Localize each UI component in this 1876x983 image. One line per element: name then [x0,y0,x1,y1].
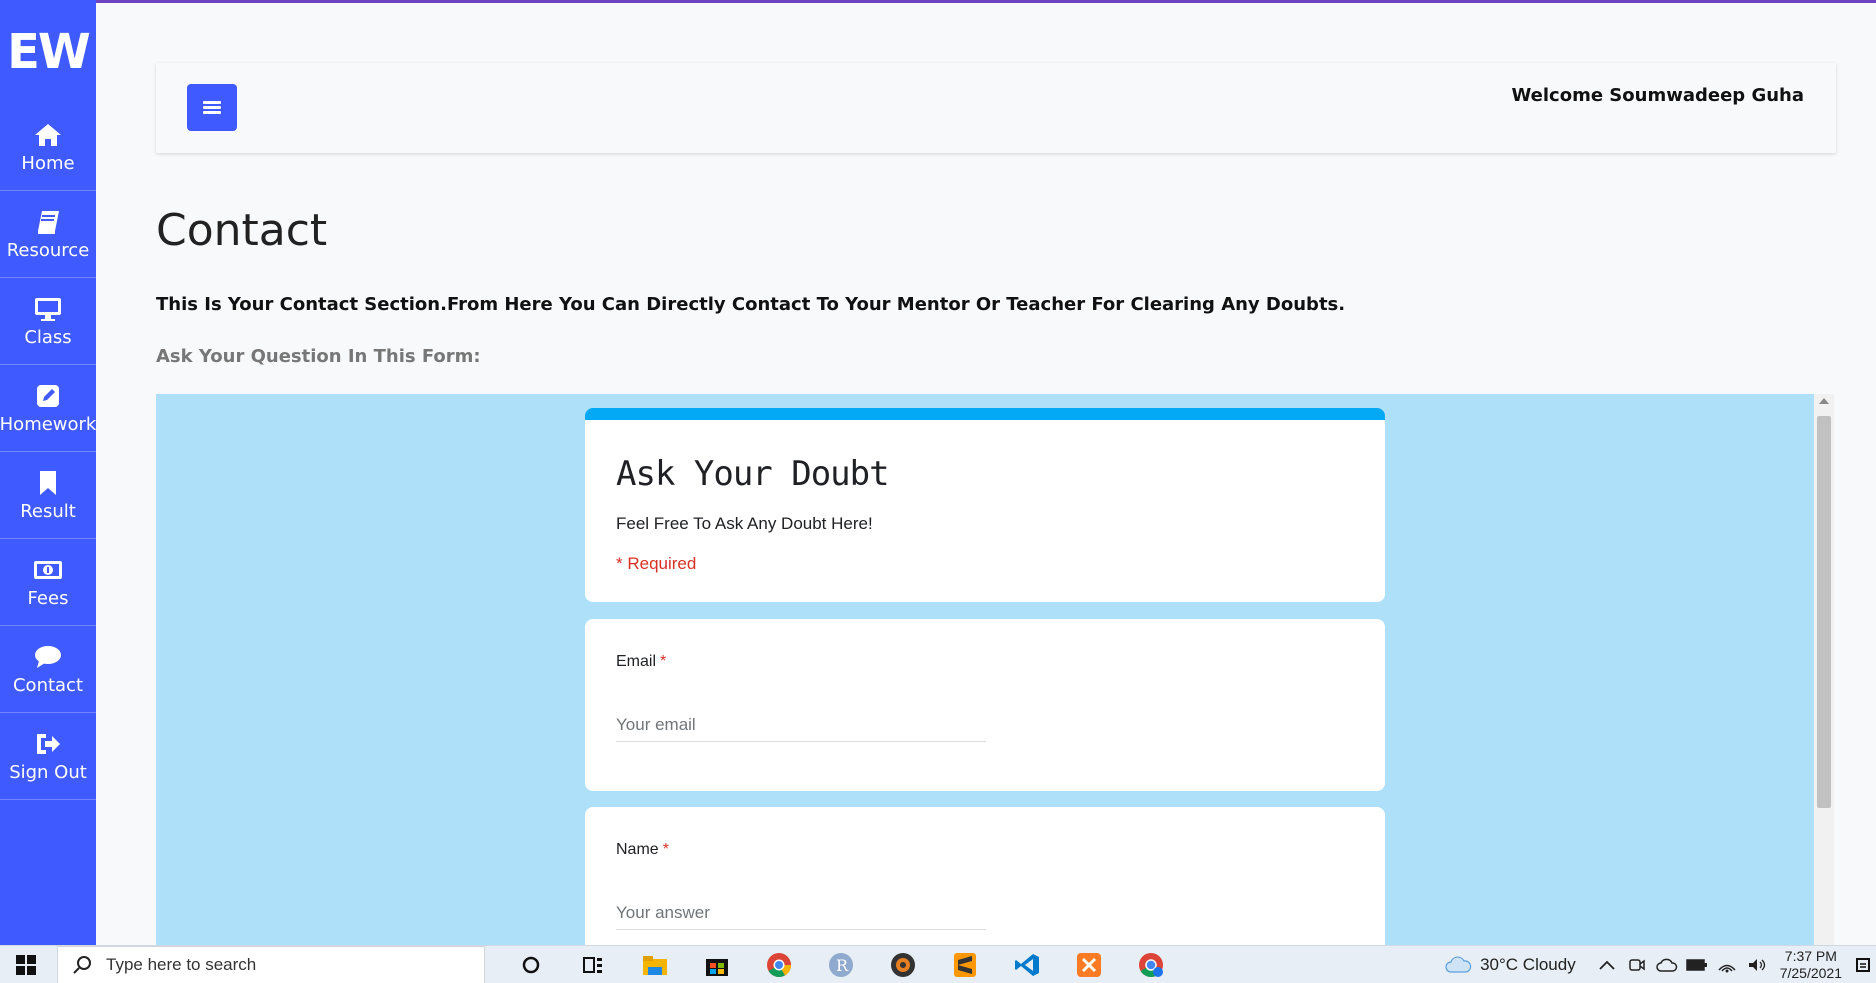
xampp-icon[interactable] [1058,946,1120,983]
form-title: Ask Your Doubt [616,454,890,494]
page-title: Contact [156,205,328,256]
form-section-label: Ask Your Question In This Form: [156,346,481,367]
welcome-text: Welcome Soumwadeep Guha [1511,85,1804,106]
desktop-icon [35,297,61,321]
sidebar-item-homework[interactable]: Homework [0,365,96,452]
clock-time: 7:37 PM [1784,948,1837,964]
sidebar-item-class[interactable]: Class [0,278,96,365]
sidebar-item-label: Sign Out [9,761,87,783]
app-logo[interactable]: EW [0,0,96,104]
file-explorer-icon[interactable] [624,946,686,983]
meet-now-icon[interactable] [1622,946,1652,983]
start-button[interactable] [0,946,52,983]
sidebar-item-result[interactable]: Result [0,452,96,539]
cortana-icon[interactable] [500,946,562,983]
sublime-icon[interactable] [934,946,996,983]
menu-toggle-button[interactable] [187,84,237,131]
r-icon[interactable]: R [810,946,872,983]
money-icon [34,560,62,579]
question-card-name: Name * [585,807,1385,945]
weather-widget[interactable]: 30°C Cloudy [1444,955,1576,975]
book-icon [38,210,59,234]
system-tray: 30°C Cloudy 7:37 PM 7/25/2021 [1444,946,1876,983]
wifi-icon[interactable] [1712,946,1742,983]
form-description: Feel Free To Ask Any Doubt Here! [616,514,873,533]
form-scrollbar[interactable] [1814,394,1834,945]
scroll-thumb[interactable] [1817,416,1831,808]
volume-icon[interactable] [1742,946,1772,983]
clock-date: 7/25/2021 [1779,965,1842,981]
contact-intro: This Is Your Contact Section.From Here Y… [156,294,1346,315]
cloud-icon [1445,956,1472,973]
sidebar-item-home[interactable]: Home [0,104,96,191]
sidebar: EW Home Resource Class Homework Result F… [0,0,96,945]
sidebar-item-sign-out[interactable]: Sign Out [0,713,96,800]
hamburger-icon [203,99,221,116]
sign-out-icon [37,733,60,754]
chrome-icon[interactable] [748,946,810,983]
sidebar-item-contact[interactable]: Contact [0,626,96,713]
task-view-icon[interactable] [562,946,624,983]
sidebar-item-label: Result [20,500,76,522]
clock[interactable]: 7:37 PM 7/25/2021 [1780,946,1842,983]
sidebar-item-fees[interactable]: Fees [0,539,96,626]
chevron-up-icon[interactable] [1592,946,1622,983]
scroll-up-arrow-icon[interactable] [1819,398,1829,404]
taskbar-search-box[interactable]: Type here to search [57,946,485,983]
name-field[interactable] [616,903,986,930]
onedrive-icon[interactable] [1652,946,1682,983]
top-accent-line [0,0,1876,3]
embedded-form-frame: Ask Your Doubt Feel Free To Ask Any Doub… [156,394,1834,945]
battery-icon[interactable] [1682,946,1712,983]
sidebar-item-label: Contact [12,674,84,696]
bookmark-icon [40,470,56,495]
required-star: * [662,841,669,858]
email-field[interactable] [616,715,986,742]
pencil-icon [37,384,59,407]
store-icon[interactable] [686,946,748,983]
search-placeholder: Type here to search [106,955,257,974]
top-header: Welcome Soumwadeep Guha [156,63,1836,153]
question-label-text: Email [616,653,657,670]
question-card-email: Email * [585,619,1385,791]
notifications-icon[interactable] [1856,946,1876,983]
search-icon [73,956,91,974]
sidebar-item-label: Resource [6,239,90,261]
sidebar-item-label: Class [24,326,72,348]
question-label: Email * [616,653,666,671]
required-star: * [660,653,667,670]
question-label: Name * [616,841,669,859]
sidebar-item-label: Homework [0,413,97,435]
vscode-icon[interactable] [996,946,1058,983]
windows-logo-icon [16,955,36,975]
chat-icon [35,645,61,668]
required-note: * Required [616,554,697,573]
sidebar-item-resource[interactable]: Resource [0,191,96,278]
taskbar: Type here to search R 30°C Cloudy 7:37 P… [0,945,1876,983]
sidebar-item-label: Fees [27,587,69,609]
sidebar-item-label: Home [21,152,75,174]
form-header-card: Ask Your Doubt Feel Free To Ask Any Doub… [585,408,1385,602]
weather-text: 30°C Cloudy [1480,955,1576,974]
svg-text:R: R [836,956,849,975]
question-label-text: Name [616,841,659,858]
chrome-profile-icon[interactable] [1120,946,1182,983]
home-icon [35,123,61,146]
taskbar-apps: R [500,946,1182,983]
media-icon[interactable] [872,946,934,983]
